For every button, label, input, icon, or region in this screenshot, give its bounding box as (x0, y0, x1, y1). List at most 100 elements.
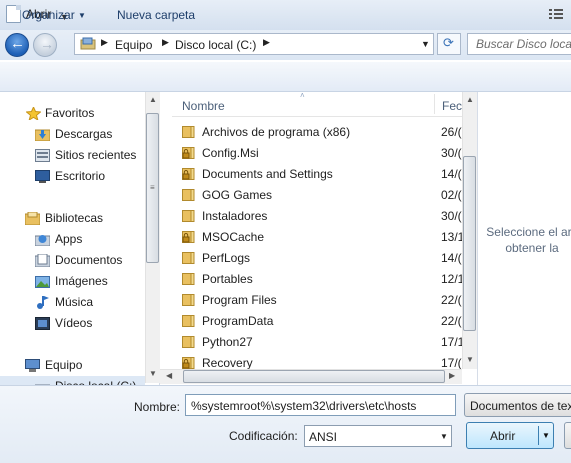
breadcrumb-separator[interactable]: ▶ (101, 37, 108, 48)
column-header-name[interactable]: Nombre (182, 99, 225, 113)
file-row[interactable]: Config.Msi 30/( (180, 142, 470, 163)
filename-input[interactable]: %systemroot%\system32\drivers\etc\hosts (185, 394, 456, 416)
file-row[interactable]: Portables 12/1 (180, 268, 470, 289)
scroll-grip-icon: ≡ (150, 183, 155, 192)
nav-label: Apps (55, 232, 83, 246)
back-arrow-icon: ← (10, 35, 25, 52)
recent-places-icon (35, 149, 50, 162)
preview-line: Seleccione el arc (486, 225, 571, 239)
scroll-down-icon[interactable]: ▼ (466, 355, 474, 364)
file-date: 30/( (441, 209, 462, 223)
nav-label: Favoritos (45, 106, 95, 120)
nav-label: Imágenes (55, 274, 108, 288)
search-input[interactable] (468, 34, 571, 53)
file-list-horizontal-thumb[interactable] (183, 370, 445, 383)
filename-value: %systemroot%\system32\drivers\etc\hosts (191, 399, 417, 413)
address-bar[interactable]: ▶ Equipo ▶ Disco local (C:) ▶ (74, 33, 434, 55)
file-name: Instaladores (202, 209, 268, 223)
file-date: 17/1 (441, 335, 465, 349)
forward-arrow-icon: → (40, 36, 54, 52)
new-folder-button[interactable]: Nueva carpeta (117, 8, 195, 22)
file-date: 02/( (441, 188, 462, 202)
file-name: PerfLogs (202, 251, 251, 265)
file-row[interactable]: Archivos de programa (x86) 26/( (180, 121, 470, 142)
nav-item-documentos[interactable]: Documentos (0, 250, 145, 271)
nav-label: Escritorio (55, 169, 106, 183)
column-header-date[interactable]: Fec (442, 99, 462, 113)
file-row[interactable]: Program Files 22/( (180, 289, 470, 310)
documents-library-icon (35, 254, 50, 267)
file-date: 22/( (441, 293, 462, 307)
file-row[interactable]: PerfLogs 14/( (180, 247, 470, 268)
open-button-label: Abrir (490, 429, 516, 443)
file-date: 22/( (441, 314, 462, 328)
file-row[interactable]: Documents and Settings 14/( (180, 163, 470, 184)
nav-bibliotecas[interactable]: Bibliotecas (0, 208, 145, 229)
nav-item-escritorio[interactable]: Escritorio (0, 166, 145, 187)
scroll-up-icon[interactable]: ▲ (149, 95, 157, 104)
nav-item-videos[interactable]: Vídeos (0, 313, 145, 334)
file-row[interactable]: ProgramData 22/( (180, 310, 470, 331)
breadcrumb-equipo[interactable]: Equipo (115, 38, 152, 52)
open-button[interactable]: Abrir ▼ (466, 422, 554, 449)
nav-label: Documentos (55, 253, 123, 267)
nav-label: Bibliotecas (45, 211, 104, 225)
nav-item-apps[interactable]: Apps (0, 229, 145, 250)
file-list-scroll-thumb[interactable] (463, 156, 476, 331)
videos-library-icon (35, 317, 50, 330)
search-box[interactable] (467, 33, 571, 55)
back-button[interactable]: ← (5, 33, 29, 57)
nav-label: Sitios recientes (55, 148, 137, 162)
file-row[interactable]: MSOCache 13/1 (180, 226, 470, 247)
organize-dropdown-icon[interactable]: ▼ (78, 11, 86, 20)
chevron-down-icon: ▼ (440, 432, 448, 441)
nav-equipo[interactable]: Equipo (0, 355, 145, 376)
locked-folder-icon (182, 147, 195, 159)
filetype-select[interactable]: Documentos de tex (464, 393, 571, 417)
file-date: 26/( (441, 125, 462, 139)
open-options-dropdown-icon[interactable]: ▼ (542, 431, 550, 440)
folder-icon (182, 189, 195, 201)
scroll-left-icon[interactable]: ◀ (166, 371, 172, 380)
file-row[interactable]: GOG Games 02/( (180, 184, 470, 205)
nav-favorites[interactable]: Favoritos (0, 103, 145, 124)
star-icon (26, 107, 41, 120)
nav-item-sitios-recientes[interactable]: Sitios recientes (0, 145, 145, 166)
file-name: Program Files (202, 293, 277, 307)
forward-button[interactable]: → (33, 33, 57, 57)
scroll-right-icon[interactable]: ▶ (449, 371, 455, 380)
cancel-button[interactable] (564, 422, 571, 449)
nav-label: Música (55, 295, 94, 309)
encoding-select[interactable]: ANSI ▼ (304, 425, 452, 447)
locked-folder-icon (182, 168, 195, 180)
desktop-icon (35, 170, 50, 183)
column-divider[interactable] (434, 94, 435, 114)
nav-item-descargas[interactable]: Descargas (0, 124, 145, 145)
computer-icon (25, 359, 40, 372)
views-icon[interactable] (549, 8, 563, 20)
refresh-button[interactable]: ⟳ (437, 33, 461, 55)
folder-icon (182, 336, 195, 348)
file-name: Portables (202, 272, 253, 286)
nav-item-disco-local[interactable]: Disco local (C:) (0, 376, 145, 385)
scroll-down-icon[interactable]: ▼ (149, 369, 157, 378)
organize-button[interactable]: Organizar (22, 8, 75, 22)
nav-item-imagenes[interactable]: Imágenes (0, 271, 145, 292)
file-date: 14/( (441, 251, 462, 265)
refresh-icon: ⟳ (443, 35, 454, 50)
folder-icon (182, 294, 195, 306)
file-row[interactable]: Instaladores 30/( (180, 205, 470, 226)
file-date: 14/( (441, 167, 462, 181)
folder-icon (182, 126, 195, 138)
nav-label: Vídeos (55, 316, 93, 330)
address-dropdown[interactable]: ▼ (421, 39, 430, 49)
file-date: 13/1 (441, 230, 465, 244)
downloads-folder-icon (35, 129, 50, 141)
file-row[interactable]: Python27 17/1 (180, 331, 470, 352)
scroll-up-icon[interactable]: ▲ (466, 95, 474, 104)
nav-item-musica[interactable]: Música (0, 292, 145, 313)
apps-library-icon (35, 235, 50, 246)
breadcrumb-separator[interactable]: ▶ (263, 37, 270, 48)
breadcrumb-separator[interactable]: ▶ (162, 37, 169, 48)
breadcrumb-disco-local[interactable]: Disco local (C:) (175, 38, 256, 52)
